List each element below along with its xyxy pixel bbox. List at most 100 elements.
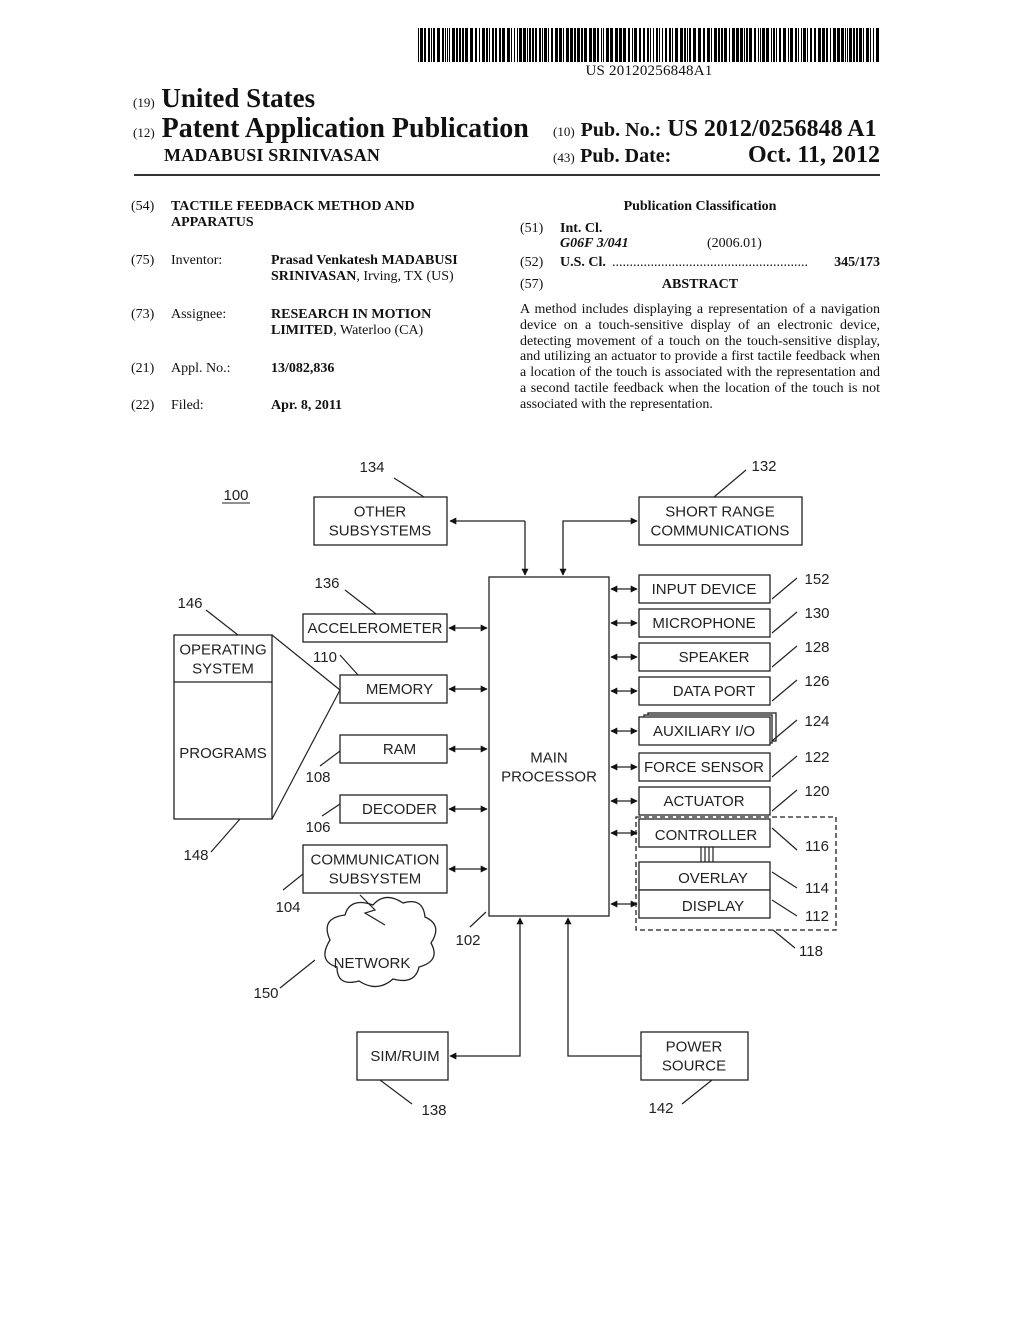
overlay-label: OVERLAY <box>678 870 748 887</box>
barcode-bar <box>870 28 871 62</box>
barcode-bar <box>489 28 490 62</box>
barcode-bar <box>601 28 602 62</box>
field-label: Appl. No.: <box>171 361 231 376</box>
abstract-heading: (57) ABSTRACT <box>520 277 880 295</box>
barcode-bar <box>711 28 712 62</box>
filed-field: (22) Filed: Apr. 8, 2011 <box>131 398 511 416</box>
barcode-bar <box>502 28 505 62</box>
barcode-bar <box>830 28 831 62</box>
barcode-bar <box>519 28 522 62</box>
connector-short-range <box>559 517 638 576</box>
barcode-bar <box>689 28 691 62</box>
input-device-label: INPUT DEVICE <box>652 581 757 598</box>
barcode-bar <box>555 28 558 62</box>
ram-ref: 108 <box>305 769 330 786</box>
barcode-bar <box>672 28 673 62</box>
data-port-label: DATA PORT <box>673 683 756 700</box>
assignee-field: (73) Assignee: RESEARCH IN MOTION LIMITE… <box>131 307 511 341</box>
barcode-bar <box>662 28 663 62</box>
inventor-value: Prasad Venkatesh MADABUSI SRINIVASAN, Ir… <box>271 253 491 285</box>
barcode-bar <box>762 28 765 62</box>
ref-leader <box>279 959 316 989</box>
memory-label: MEMORY <box>366 681 433 698</box>
barcode-bar <box>749 28 752 62</box>
ref-leader <box>771 645 798 668</box>
block-diagram: 100 MAIN PROCESSOR 102 OTHER SUBSYSTEMS 134 SHO… <box>173 458 837 1119</box>
inventor-surname-bold: SRINIVASAN <box>271 269 357 284</box>
main-processor-block <box>488 576 610 917</box>
barcode-bar <box>551 28 553 62</box>
barcode-bar <box>653 28 654 62</box>
barcode-bar <box>876 28 879 62</box>
barcode-bar <box>863 28 864 62</box>
barcode-bar <box>837 28 840 62</box>
barcode-bar <box>479 28 480 62</box>
display-ref: 112 <box>805 908 829 925</box>
barcode-bar <box>724 28 727 62</box>
barcode-bar <box>818 28 821 62</box>
speaker-label: SPEAKER <box>679 649 750 666</box>
ref-leader <box>772 929 796 949</box>
barcode-bar <box>807 28 808 62</box>
publication-date: (43) Pub. Date: Oct. 11, 2012 <box>553 142 880 168</box>
barcode-bar <box>803 28 806 62</box>
other-subsystems-label: OTHER <box>354 504 407 521</box>
barcode-bar <box>853 28 855 62</box>
touch-sensitive-display-ref: 118 <box>799 943 823 960</box>
barcode-bar <box>529 28 531 62</box>
programs-label: PROGRAMS <box>179 745 267 762</box>
comm-label: SUBSYSTEM <box>329 871 422 888</box>
actuator-label: ACTUATOR <box>663 793 744 810</box>
barcode-bar <box>623 28 626 62</box>
barcode-bar <box>826 28 828 62</box>
int-cl-field: (51) Int. Cl. G06F 3/041 (2006.01) <box>520 221 880 255</box>
barcode-bar <box>698 28 701 62</box>
barcode-bar <box>514 28 515 62</box>
barcode-bar <box>736 28 739 62</box>
pubdate-code: (43) <box>553 150 575 165</box>
barcode-bar <box>822 28 825 62</box>
field-label: Assignee: <box>171 307 227 322</box>
barcode-bar <box>482 28 485 62</box>
microphone-label: MICROPHONE <box>652 615 755 632</box>
ref-leader <box>319 750 341 767</box>
field-label: Inventor: <box>171 253 223 268</box>
controller-label: CONTROLLER <box>655 827 758 844</box>
field-code: (75) <box>131 253 155 268</box>
ref-leader <box>321 803 341 817</box>
barcode-bar <box>833 28 836 62</box>
barcode-bar <box>707 28 710 62</box>
barcode-bar <box>428 28 430 62</box>
barcode-bar <box>795 28 797 62</box>
ref-leader <box>205 609 239 636</box>
country-heading: (19) United States <box>133 83 315 114</box>
us-cl-field: (52) U.S. Cl. ..........................… <box>520 255 880 273</box>
barcode-bar <box>634 28 637 62</box>
inventor-location: , Irving, TX (US) <box>356 269 454 284</box>
ref-leader <box>393 477 425 498</box>
decoder-ref: 106 <box>305 819 330 836</box>
barcode-bar <box>718 28 720 62</box>
field-code: (21) <box>131 361 155 376</box>
memory-ref: 110 <box>313 649 337 666</box>
data-port-ref: 126 <box>804 673 829 690</box>
abstract-title: ABSTRACT <box>661 277 739 292</box>
barcode-bar <box>593 28 596 62</box>
barcode-bar <box>462 28 464 62</box>
barcode-bar <box>746 28 748 62</box>
barcode-bar <box>684 28 686 62</box>
barcode-bar <box>866 28 869 62</box>
barcode-bar <box>650 28 651 62</box>
barcode-bar <box>570 28 573 62</box>
pubdate-value: Oct. 11, 2012 <box>748 142 880 168</box>
barcode-bar <box>589 28 592 62</box>
leader-dots: ........................................… <box>612 255 808 270</box>
actuator-ref: 120 <box>804 783 829 800</box>
other-subsystems-label: SUBSYSTEMS <box>329 523 432 540</box>
field-code: (51) <box>520 221 544 236</box>
barcode-bar <box>535 28 537 62</box>
comm-ref: 104 <box>275 899 300 916</box>
network-ref: 150 <box>253 985 278 1002</box>
barcode-bar <box>744 28 745 62</box>
barcode-bar <box>563 28 564 62</box>
